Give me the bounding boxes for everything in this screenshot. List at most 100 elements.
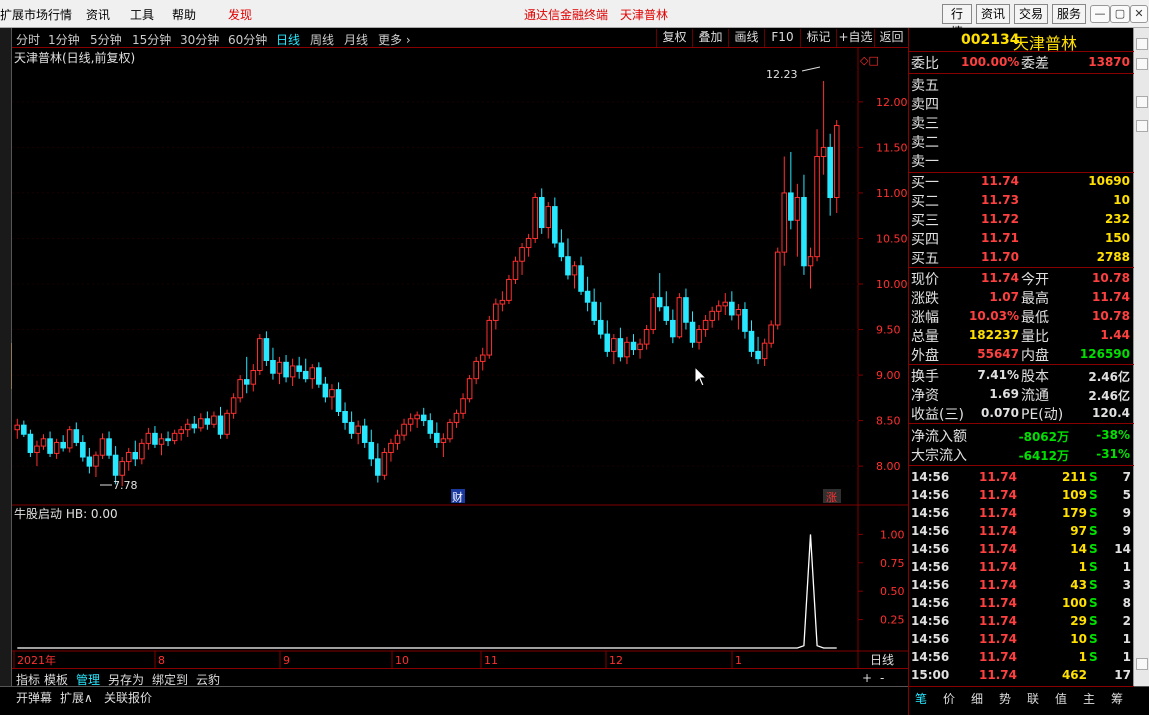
mark-button[interactable]: 标记 [800,29,836,47]
tick-price: 11.74 [979,470,1017,484]
period-monthly[interactable]: 月线 [344,31,368,48]
candle-body [27,433,34,453]
quote-tab[interactable]: 联 [1027,690,1039,707]
y-tick-label: 9.00 [876,369,901,382]
app-title: 通达信金融终端 [524,8,609,22]
candle-body [309,367,316,380]
scroll-tool-icon[interactable] [1136,96,1148,108]
candle-body [329,389,335,398]
candle-body [833,125,840,198]
quote-tab[interactable]: 笔 [915,690,927,707]
menu-tools[interactable]: 工具 [130,6,154,23]
fundamental-value: 2.46亿 [1088,370,1130,384]
close-icon[interactable]: ✕ [1130,5,1148,23]
period-more[interactable]: 更多 › [378,31,411,48]
fundamental-row: 换手 7.41% 股本 2.46亿 [909,366,1134,385]
menu-help[interactable]: 帮助 [172,6,196,23]
period-1min[interactable]: 1分钟 [48,31,80,48]
zoom-out-button[interactable]: - [880,671,884,685]
limit-up-marker: 涨 [826,491,837,504]
add-watchlist-button[interactable]: +自选 [836,29,874,47]
candle-body [506,278,512,301]
draw-line-button[interactable]: 画线 [728,29,764,47]
quote-tab[interactable]: 筹 [1111,690,1123,707]
fund-flow-label: 净流入额 [911,429,967,445]
period-intraday[interactable]: 分时 [16,31,40,48]
candle-body [722,301,729,307]
candle [768,320,774,348]
period-daily[interactable]: 日线 [276,31,300,48]
menu-extended-market[interactable]: 扩展市场行情 [0,6,72,23]
buy-label: 买三 [911,213,939,229]
candle-body [794,196,801,221]
chart-settings-icon: ◇□ [860,54,879,67]
fundamental-row: 净资 1.69 流通 2.46亿 [909,385,1134,404]
scroll-up-icon[interactable] [1136,38,1148,50]
kline-chart-svg[interactable]: 天津普林(日线,前复权) ◇□ 12.0011.5011.0010.5010.0… [12,48,908,668]
period-weekly[interactable]: 周线 [310,31,334,48]
fundamental-label: 净资 [911,388,939,404]
candle-body [165,438,171,442]
tick-row: 15:00 11.74 462 17 [909,666,1134,684]
minimize-icon[interactable]: — [1090,5,1110,23]
maximize-icon[interactable]: ▢ [1110,5,1130,23]
buy-price: 11.72 [981,212,1019,226]
menu-news[interactable]: 资讯 [86,6,110,23]
candle-body [80,441,86,458]
right-scroll-strip[interactable] [1133,28,1149,686]
tick-price: 11.74 [979,614,1017,628]
quote-tab[interactable]: 值 [1055,690,1067,707]
fund-flow-percent: -38% [1096,428,1130,442]
zoom-in-button[interactable]: + [862,671,872,685]
candle-body [584,290,591,303]
menu-discover[interactable]: 发现 [228,6,252,23]
candle [676,293,683,339]
candle [466,375,473,403]
candle-body [460,398,466,414]
quote-tab[interactable]: 主 [1083,690,1095,707]
tick-row: 14:56 11.74 14 S 14 [909,540,1134,558]
scroll-tool-icon[interactable] [1136,58,1148,70]
quote-tab[interactable]: 细 [971,690,983,707]
candle-body [34,445,40,453]
buy-label: 买四 [911,232,939,248]
chart-area[interactable]: 天津普林(日线,前复权) ◇□ 12.00 11.50 11.00 10.50 10.0… [12,48,908,668]
quote-tab[interactable]: 价 [943,690,955,707]
expand-toggle[interactable]: 扩展∧ [60,689,93,706]
candle-body [342,410,348,423]
candle-body [171,432,178,442]
period-15min[interactable]: 15分钟 [132,31,171,48]
fundamental-label: 流通 [1021,388,1049,404]
buy-label: 买一 [911,175,939,191]
period-30min[interactable]: 30分钟 [180,31,219,48]
candle-body [499,299,506,305]
back-button[interactable]: 返回 [874,29,908,47]
candle-body [132,451,139,460]
trade-button[interactable]: 交易 [1014,4,1048,24]
service-button[interactable]: 服务 [1052,4,1086,24]
candle [774,247,781,330]
f10-button[interactable]: F10 [764,29,800,47]
candle [381,447,388,480]
quote-tab[interactable]: 势 [999,690,1011,707]
period-5min[interactable]: 5分钟 [90,31,122,48]
quote-button[interactable]: 行情 [942,4,972,39]
candle-body [158,438,165,445]
candle-body [774,251,781,326]
scroll-down-icon[interactable] [1136,658,1148,670]
period-60min[interactable]: 60分钟 [228,31,267,48]
stat-value: 10.78 [1092,309,1130,323]
related-quote-toggle[interactable]: 关联报价 [104,689,152,706]
candle-body [466,378,473,400]
adjust-button[interactable]: 复权 [656,29,692,47]
stat-label: 今开 [1021,272,1049,288]
news-button[interactable]: 资讯 [976,4,1010,24]
overlay-button[interactable]: 叠加 [692,29,728,47]
fund-flow-value: -8062万 [1018,430,1069,444]
danmaku-toggle[interactable]: 开弹幕 [16,689,52,706]
candle-body [381,451,388,476]
candle-body [742,308,748,332]
scroll-tool-icon[interactable] [1136,120,1148,132]
candle [650,293,656,335]
candle-body [414,414,420,420]
